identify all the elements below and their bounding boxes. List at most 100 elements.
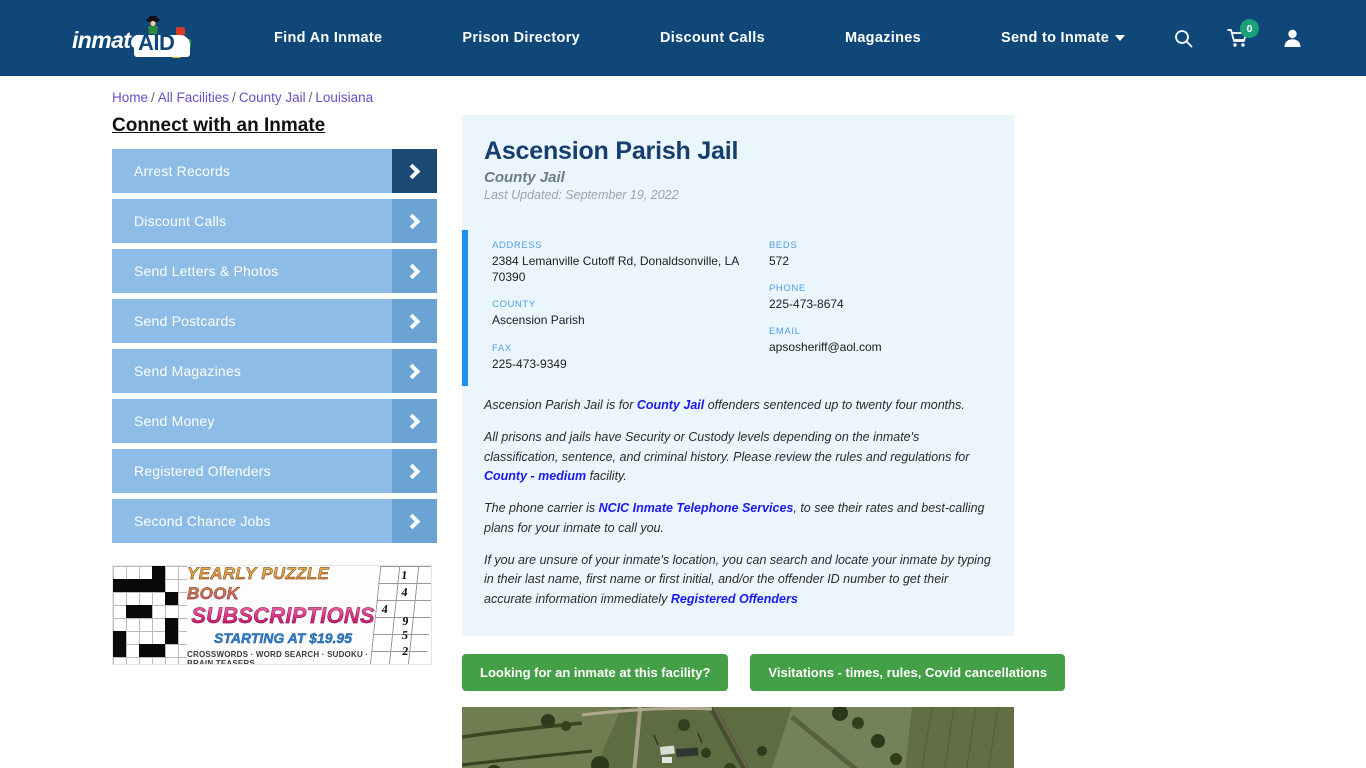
email-value: apsosheriff@aol.com [769, 340, 882, 355]
sidebar-item-label: Second Chance Jobs [134, 513, 271, 529]
user-icon [1284, 29, 1301, 47]
sidebar: Connect with an Inmate Arrest Records Di… [112, 115, 437, 768]
chevron-right-icon [392, 399, 437, 443]
satellite-image [462, 707, 1014, 768]
nav-label: Prison Directory [462, 30, 581, 46]
chevron-right-icon [392, 299, 437, 343]
sidebar-item-second-chance-jobs[interactable]: Second Chance Jobs [112, 499, 437, 543]
p3-text-a: The phone carrier is [484, 501, 599, 516]
page-body: Home / All Facilities / County Jail / Louisian… [0, 76, 1366, 768]
chevron-right-icon [392, 199, 437, 243]
description-paragraph-3: The phone carrier is NCIC Inmate Telepho… [484, 499, 992, 538]
nav-label: Discount Calls [660, 30, 765, 46]
sudoku-number: 9 [401, 614, 410, 628]
search-icon [1175, 29, 1193, 47]
sidebar-item-label: Registered Offenders [134, 463, 271, 479]
account-button[interactable] [1283, 28, 1302, 48]
cta-button-row: Looking for an inmate at this facility? … [462, 654, 1066, 692]
phone-value: 225-473-8674 [769, 297, 844, 312]
breadcrumb: Home / All Facilities / County Jail / Louisian… [0, 76, 1366, 105]
sudoku-number: 4 [381, 602, 389, 616]
chevron-right-icon [392, 349, 437, 393]
main-content: Ascension Parish Jail County Jail Last U… [462, 115, 1066, 768]
p2-text-a: All prisons and jails have Security or C… [484, 430, 970, 464]
link-ncic-telephone-services[interactable]: NCIC Inmate Telephone Services [599, 501, 794, 515]
link-county-jail[interactable]: County Jail [637, 398, 704, 412]
site-header: inmate AID Find An Inmate Prison Directo… [0, 0, 1366, 76]
chevron-down-icon [1115, 35, 1126, 42]
facility-header: Ascension Parish Jail County Jail Last U… [462, 137, 1014, 202]
breadcrumb-item-home[interactable]: Home [112, 90, 148, 105]
cart-count-badge: 0 [1240, 19, 1259, 38]
ad-text-block: YEARLY PUZZLE BOOK SUBSCRIPTIONS STARTIN… [187, 566, 379, 665]
nav-label: Magazines [844, 30, 921, 46]
last-updated-text: Last Updated: September 19, 2022 [484, 188, 679, 202]
link-county-medium[interactable]: County - medium [484, 469, 586, 483]
facility-info-panel: ADDRESS 2384 Lemanville Cutoff Rd, Donal… [462, 230, 1014, 386]
visitations-button[interactable]: Visitations - times, rules, Covid cancel… [750, 654, 1066, 692]
info-column-right: BEDS 572 PHONE 225-473-8674 EMAIL apsosh… [741, 240, 1014, 372]
nav-label: Send to Inmate [1000, 30, 1110, 46]
chevron-right-icon [392, 449, 437, 493]
phone-label: PHONE [769, 283, 806, 295]
p1-text-b: offenders sentenced up to twenty four mo… [704, 397, 965, 412]
nav-item-magazines[interactable]: Magazines [805, 30, 961, 46]
sidebar-heading[interactable]: Connect with an Inmate [112, 115, 437, 137]
page-title: Ascension Parish Jail [484, 137, 739, 165]
sidebar-item-send-postcards[interactable]: Send Postcards [112, 299, 437, 343]
cart-button[interactable]: 0 [1227, 19, 1259, 48]
search-button[interactable] [1174, 29, 1193, 48]
facility-type: County Jail [484, 169, 565, 186]
beds-value: 572 [769, 254, 790, 268]
sudoku-grid-graphic: 1 4 4 9 5 2 [369, 566, 431, 664]
fax-value: 225-473-9349 [492, 356, 567, 371]
sidebar-item-discount-calls[interactable]: Discount Calls [112, 199, 437, 243]
sidebar-item-arrest-records[interactable]: Arrest Records [112, 149, 437, 193]
sudoku-number: 4 [400, 585, 409, 599]
chevron-right-icon [392, 149, 437, 193]
breadcrumb-item-county-jail[interactable]: County Jail [239, 90, 306, 105]
nav-item-find-an-inmate[interactable]: Find An Inmate [274, 30, 422, 46]
logo-character-icon [146, 16, 162, 42]
header-actions: 0 [1174, 19, 1302, 48]
nav-item-discount-calls[interactable]: Discount Calls [620, 30, 805, 46]
address-value: 2384 Lemanville Cutoff Rd, Donaldsonvill… [492, 254, 739, 285]
sidebar-item-registered-offenders[interactable]: Registered Offenders [112, 449, 437, 493]
sudoku-number: 1 [400, 568, 409, 582]
facility-satellite-map[interactable] [462, 707, 1014, 768]
county-value: Ascension Parish [492, 313, 585, 328]
breadcrumb-item-louisiana[interactable]: Louisiana [315, 90, 373, 105]
site-logo[interactable]: inmate AID [72, 16, 192, 60]
link-registered-offenders[interactable]: Registered Offenders [671, 592, 798, 606]
find-inmate-button[interactable]: Looking for an inmate at this facility? [462, 654, 729, 692]
ad-line-3: STARTING AT $19.95 [214, 630, 352, 646]
facility-description: Ascension Parish Jail is for County Jail… [462, 386, 1014, 609]
primary-navigation: Find An Inmate Prison Directory Discount… [274, 30, 1165, 46]
nav-item-prison-directory[interactable]: Prison Directory [422, 30, 620, 46]
sidebar-item-send-magazines[interactable]: Send Magazines [112, 349, 437, 393]
sidebar-item-label: Send Money [134, 413, 215, 429]
p1-text-a: Ascension Parish Jail is for [484, 397, 637, 412]
email-label: EMAIL [769, 326, 801, 338]
breadcrumb-separator: / [232, 90, 236, 105]
nav-label: Find An Inmate [274, 30, 383, 46]
breadcrumb-item-all-facilities[interactable]: All Facilities [158, 90, 229, 105]
ad-line-1: YEARLY PUZZLE BOOK [187, 566, 379, 604]
ad-line-2: SUBSCRIPTIONS [191, 603, 375, 628]
breadcrumb-separator: / [308, 90, 313, 105]
fax-label: FAX [492, 342, 512, 354]
facility-card: Ascension Parish Jail County Jail Last U… [462, 115, 1014, 637]
county-label: COUNTY [492, 299, 536, 311]
ad-line-4: CROSSWORDS · WORD SEARCH · SUDOKU · BRAI… [187, 650, 369, 665]
description-paragraph-2: All prisons and jails have Security or C… [484, 428, 992, 486]
description-paragraph-4: If you are unsure of your inmate's locat… [484, 551, 992, 609]
puzzle-book-ad-banner[interactable]: YEARLY PUZZLE BOOK SUBSCRIPTIONS STARTIN… [112, 565, 432, 665]
beds-label: BEDS [769, 240, 798, 251]
sidebar-item-send-letters-photos[interactable]: Send Letters & Photos [112, 249, 437, 293]
content-wrapper: Connect with an Inmate Arrest Records Di… [0, 115, 1366, 768]
nav-item-send-to-inmate[interactable]: Send to Inmate [961, 30, 1165, 46]
address-label: ADDRESS [492, 240, 543, 251]
sidebar-item-send-money[interactable]: Send Money [112, 399, 437, 443]
description-paragraph-1: Ascension Parish Jail is for County Jail… [484, 396, 992, 415]
info-column-left: ADDRESS 2384 Lemanville Cutoff Rd, Donal… [468, 240, 741, 372]
